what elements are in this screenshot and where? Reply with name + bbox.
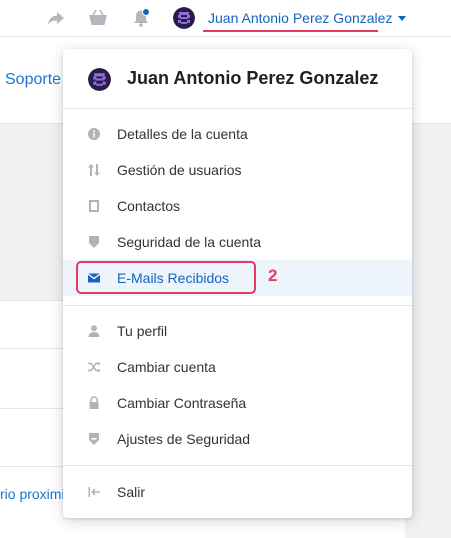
- menu-item-label: Ajustes de Seguridad: [117, 431, 251, 447]
- info-icon: [87, 127, 101, 141]
- partial-link[interactable]: rio proximi: [0, 486, 65, 502]
- divider: [63, 465, 412, 466]
- shield-minus-icon: [87, 432, 101, 446]
- menu-item-contacts[interactable]: Contactos: [63, 188, 412, 224]
- chevron-down-icon: [398, 15, 407, 21]
- divider: [63, 305, 412, 306]
- soporte-link[interactable]: Soporte: [5, 71, 61, 89]
- menu-item-label: Gestión de usuarios: [117, 162, 242, 178]
- logout-icon: [87, 485, 101, 499]
- shuffle-icon: [87, 360, 101, 374]
- user-dropdown-menu: Juan Antonio Perez Gonzalez Detalles de …: [63, 49, 412, 518]
- user-menu-trigger[interactable]: Juan Antonio Perez Gonzalez: [173, 4, 407, 32]
- menu-item-profile[interactable]: Tu perfil: [63, 313, 412, 349]
- contact-book-icon: [87, 199, 101, 213]
- menu-item-logout[interactable]: Salir: [63, 474, 412, 510]
- menu-item-label: Cambiar Contraseña: [117, 395, 247, 411]
- avatar: [173, 7, 195, 29]
- menu-item-account-security[interactable]: Seguridad de la cuenta: [63, 224, 412, 260]
- lock-icon: [87, 396, 101, 410]
- menu-item-label: Detalles de la cuenta: [117, 126, 248, 142]
- user-name: Juan Antonio Perez Gonzalez: [208, 10, 393, 26]
- menu-item-security-settings[interactable]: Ajustes de Seguridad: [63, 421, 412, 457]
- step-number: 2: [268, 266, 278, 285]
- menu-item-switch-account[interactable]: Cambiar cuenta: [63, 349, 412, 385]
- avatar: [88, 68, 111, 91]
- menu-item-user-management[interactable]: Gestión de usuarios: [63, 152, 412, 188]
- sort-arrows-icon: [87, 163, 101, 177]
- shield-icon: [87, 235, 101, 249]
- menu-item-label: Salir: [117, 484, 146, 500]
- menu-item-label: Tu perfil: [117, 323, 168, 339]
- menu-user-name: Juan Antonio Perez Gonzalez: [127, 68, 379, 88]
- bell-icon[interactable]: [131, 8, 151, 28]
- menu-item-label: Contactos: [117, 198, 181, 214]
- highlight-box: [76, 261, 256, 294]
- share-icon[interactable]: [46, 8, 66, 28]
- user-menu-highlight: [203, 30, 378, 32]
- menu-item-label: Cambiar cuenta: [117, 359, 216, 375]
- menu-item-change-password[interactable]: Cambiar Contraseña: [63, 385, 412, 421]
- basket-icon[interactable]: [88, 8, 108, 28]
- user-icon: [87, 324, 101, 338]
- menu-item-label: Seguridad de la cuenta: [117, 234, 261, 250]
- menu-header: Juan Antonio Perez Gonzalez: [63, 49, 412, 109]
- menu-item-account-details[interactable]: Detalles de la cuenta: [63, 116, 412, 152]
- notification-dot: [142, 8, 150, 16]
- top-bar: Juan Antonio Perez Gonzalez: [0, 0, 451, 37]
